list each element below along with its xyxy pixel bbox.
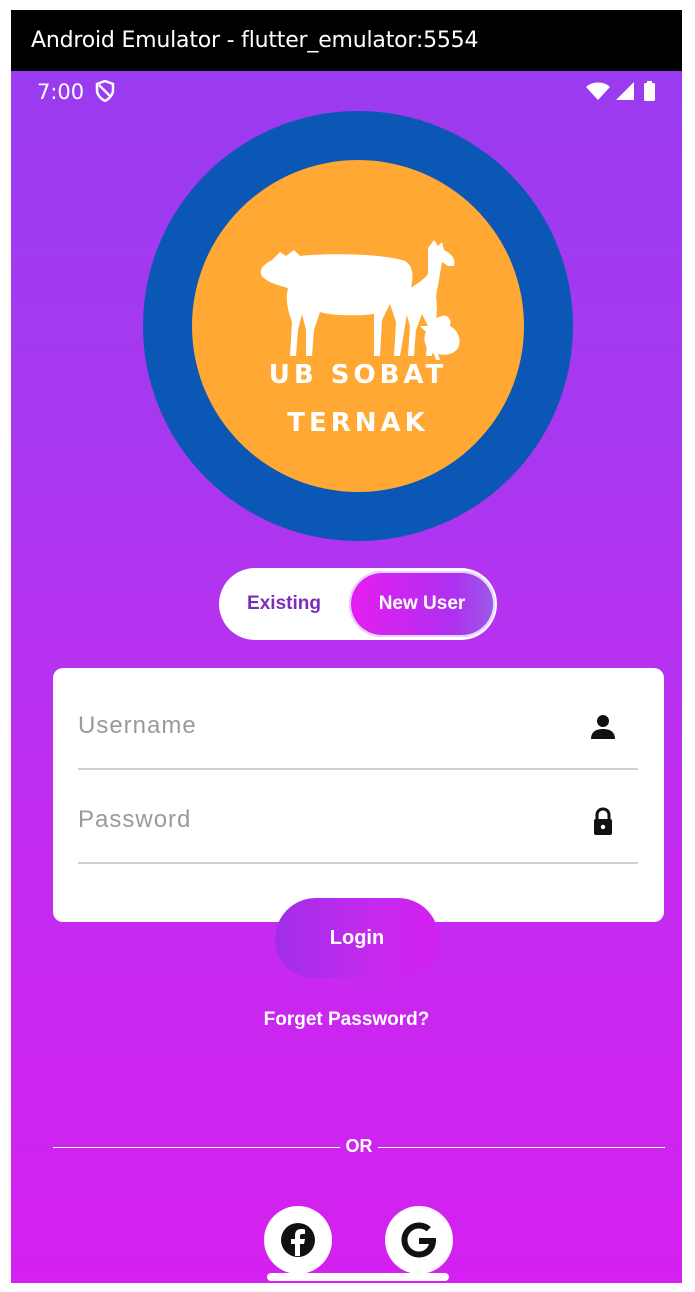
home-indicator[interactable] [267,1273,449,1281]
battery-icon [644,81,655,101]
login-button[interactable]: Login [275,898,439,978]
username-placeholder: Username [78,712,197,739]
chicken-icon [420,315,460,360]
window-title: Android Emulator - flutter_emulator:5554 [31,28,479,53]
facebook-login-button[interactable] [264,1206,332,1274]
or-divider: OR [53,1136,665,1160]
toggle-new-user[interactable]: New User [349,571,495,637]
logo-text-line1: UB SOBAT [268,360,448,390]
or-text: OR [345,1136,373,1156]
login-card: Username Password [53,668,664,922]
shield-icon [95,80,115,102]
logo-text-line2: TERNAK [287,408,429,438]
or-line-left [53,1147,340,1148]
lock-icon [594,807,612,835]
cow-icon [260,250,413,356]
app-logo: UB SOBAT TERNAK [143,111,573,541]
livestock-icon [260,240,460,360]
password-placeholder: Password [78,806,192,833]
emulator-title-bar: Android Emulator - flutter_emulator:5554 [11,10,682,71]
status-time: 7:00 [37,80,85,104]
password-field[interactable]: Password [78,802,638,864]
wifi-icon [586,82,610,100]
or-line-right [378,1147,665,1148]
person-icon [591,715,615,739]
google-icon [401,1222,436,1258]
signal-icon [616,82,634,100]
status-bar: 7:00 [11,71,682,113]
user-type-toggle[interactable]: Existing New User [219,568,497,640]
toggle-existing[interactable]: Existing [219,568,349,640]
google-login-button[interactable] [385,1206,453,1274]
forget-password-link[interactable]: Forget Password? [11,1009,682,1031]
facebook-icon [281,1223,315,1257]
username-field[interactable]: Username [78,708,638,770]
status-icons [586,81,655,101]
logo-inner-circle: UB SOBAT TERNAK [192,160,524,492]
phone-screen: 7:00 UB SOBAT TERNAK Existing New User U… [11,71,682,1283]
